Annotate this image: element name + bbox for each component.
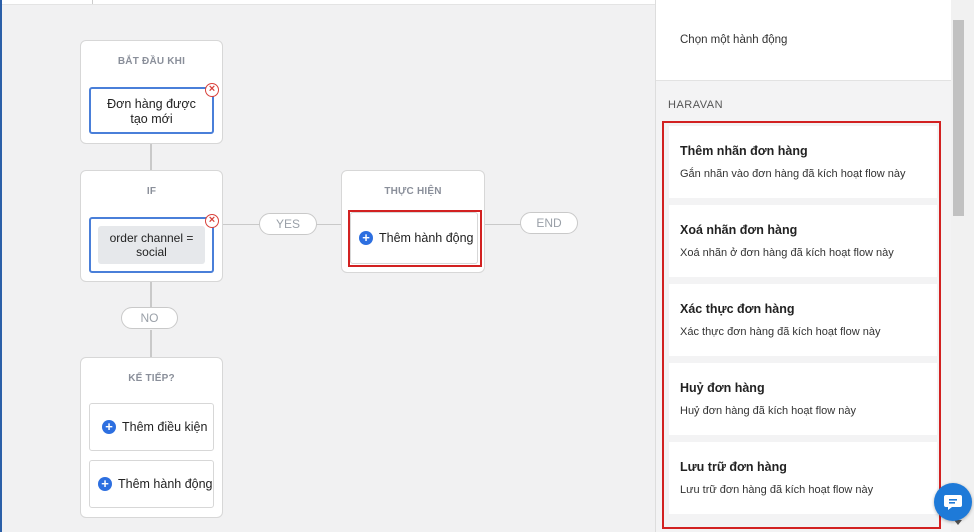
if-condition-card: IF order channel = social × <box>80 170 223 282</box>
condition-label: order channel = social <box>98 226 205 264</box>
left-edge-bar <box>0 0 2 532</box>
connector-no-next <box>150 330 152 358</box>
trigger-order-created[interactable]: Đơn hàng được tạo mới <box>89 87 214 134</box>
add-action-highlight <box>348 210 482 267</box>
chat-bubble-icon <box>944 495 962 510</box>
add-condition-label: Thêm điều kiện <box>122 420 208 434</box>
add-next-action-button[interactable]: + Thêm hành động <box>89 460 214 508</box>
panel-header-title: Chọn một hành động <box>680 34 788 46</box>
next-step-card: KẾ TIẾP? + Thêm điều kiện + Thêm hành độ… <box>80 357 223 518</box>
plus-icon: + <box>98 477 112 491</box>
delete-condition-icon[interactable]: × <box>205 214 219 228</box>
flow-canvas: BẮT ĐẦU KHI Đơn hàng được tạo mới × IF o… <box>0 0 655 532</box>
section-label-haravan: HARAVAN <box>668 99 724 111</box>
yes-branch-label: YES <box>259 213 317 235</box>
panel-header: Chọn một hành động <box>656 0 952 81</box>
start-trigger-card: BẮT ĐẦU KHI Đơn hàng được tạo mới × <box>80 40 223 144</box>
add-next-action-label: Thêm hành động <box>118 477 213 491</box>
haravan-actions-highlight <box>662 121 941 529</box>
start-card-title: BẮT ĐẦU KHI <box>117 56 186 67</box>
top-toolbar-strip <box>2 0 655 5</box>
connector-do-end <box>484 224 521 225</box>
plus-icon: + <box>102 420 116 434</box>
end-label: END <box>520 212 578 234</box>
no-branch-label: NO <box>121 307 178 329</box>
chat-support-button[interactable] <box>934 483 972 521</box>
delete-trigger-icon[interactable]: × <box>205 83 219 97</box>
connector-yes-do <box>316 224 342 225</box>
do-card-title: THỰC HIỆN <box>384 186 442 197</box>
connector-if-no <box>150 281 152 308</box>
panel-scrollbar-thumb[interactable] <box>953 20 964 216</box>
if-card-title: IF <box>146 186 157 197</box>
trigger-label: Đơn hàng được tạo mới <box>107 97 196 126</box>
next-card-title: KẾ TIẾP? <box>128 373 175 384</box>
connector-start-if <box>150 143 152 171</box>
condition-order-channel[interactable]: order channel = social <box>89 217 214 273</box>
add-condition-button[interactable]: + Thêm điều kiện <box>89 403 214 451</box>
connector-if-yes <box>222 224 260 225</box>
